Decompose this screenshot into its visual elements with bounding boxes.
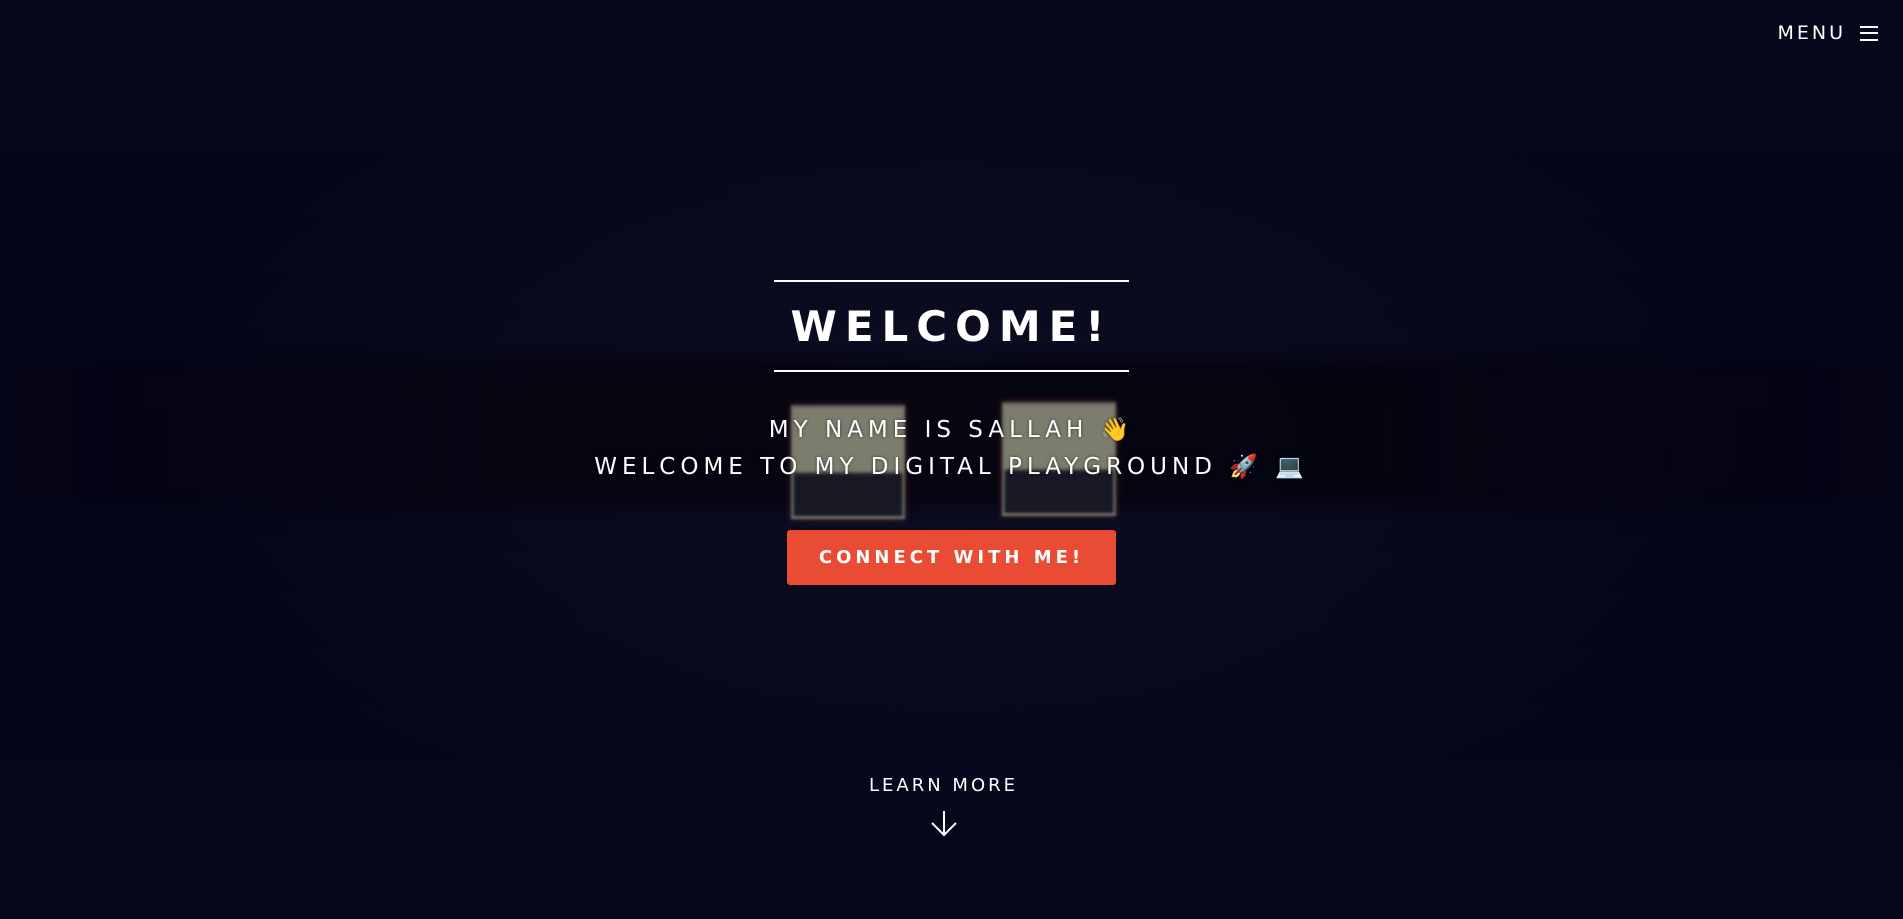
- title-box: WELCOME!: [774, 280, 1129, 372]
- menu-button[interactable]: MENU: [1777, 22, 1878, 44]
- arrow-down-icon: [930, 811, 957, 837]
- page: MENU WELCOME! MY NAME IS SALLAH 👋 WELCOM…: [0, 0, 1903, 919]
- learn-more-link[interactable]: LEARN MORE: [0, 775, 1887, 842]
- connect-button[interactable]: CONNECT WITH ME!: [787, 530, 1116, 585]
- hero-subtitle-line1: MY NAME IS SALLAH 👋: [768, 417, 1135, 443]
- learn-more-label: LEARN MORE: [869, 775, 1018, 796]
- hero-subtitle-line2: WELCOME TO MY DIGITAL PLAYGROUND 🚀 💻: [594, 454, 1309, 480]
- menu-label: MENU: [1777, 22, 1846, 44]
- page-title: WELCOME!: [790, 301, 1113, 351]
- hamburger-icon: [1860, 25, 1878, 41]
